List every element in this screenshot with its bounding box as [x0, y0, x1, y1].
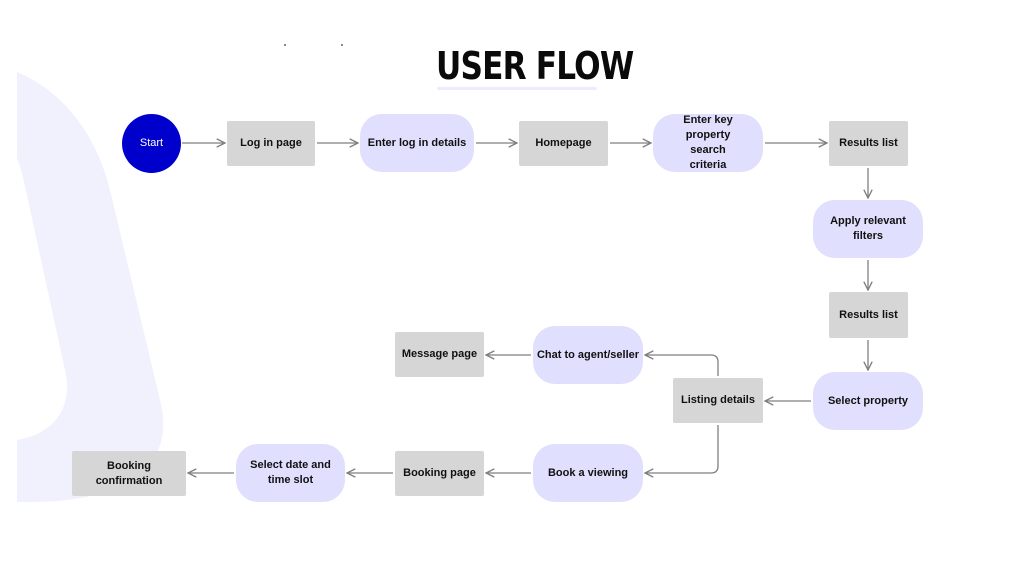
edge-listing-details-to-book-viewing [645, 425, 719, 473]
node-label: Apply relevant filters [830, 215, 906, 242]
node-enter-search-criteria: Enter key property search criteria [653, 114, 763, 172]
node-chat-agent: Chat to agent/seller [533, 326, 643, 384]
node-results-list-1: Results list [829, 121, 908, 166]
node-label: Start [139, 137, 164, 149]
node-book-viewing: Book a viewing [533, 444, 643, 502]
node-label: Homepage [535, 137, 592, 149]
node-label: Listing details [681, 394, 755, 406]
node-label: Results list [839, 308, 898, 321]
node-start: Start [122, 114, 181, 173]
node-booking-page: Booking page [395, 451, 484, 496]
node-message-page: Message page [395, 332, 484, 377]
node-label: Booking confirmation [95, 459, 163, 487]
node-label: Results list [839, 137, 898, 149]
node-label: Select property [827, 394, 909, 407]
node-label: Enter log in details [367, 136, 467, 149]
node-label: Message page [401, 348, 478, 360]
node-apply-filters: Apply relevant filters [813, 200, 923, 258]
node-label: Booking page [403, 467, 476, 479]
node-results-list-2: Results list [829, 292, 908, 338]
node-select-date-time: Select date and time slot [236, 444, 345, 502]
node-select-property: Select property [813, 372, 923, 430]
node-enter-login-details: Enter log in details [360, 114, 474, 172]
node-label: Log in page [240, 137, 302, 149]
node-login-page: Log in page [227, 121, 315, 166]
node-label: Chat to agent/seller [536, 348, 640, 361]
node-label: Enter key property search criteria [683, 114, 733, 171]
node-booking-confirmation: Booking confirmation [72, 451, 186, 496]
node-listing-details: Listing details [673, 378, 763, 423]
node-homepage: Homepage [519, 121, 608, 166]
node-label: Select date and time slot [250, 459, 331, 486]
edge-listing-details-to-chat-agent [645, 355, 719, 376]
node-label: Book a viewing [547, 466, 629, 479]
